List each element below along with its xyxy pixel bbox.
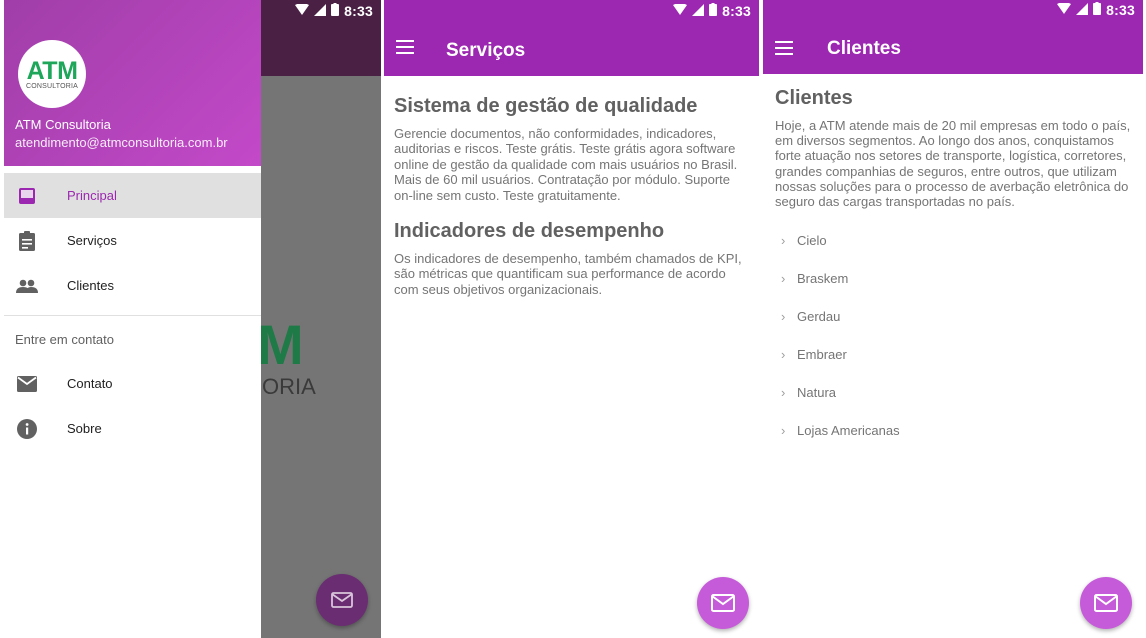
battery-icon <box>331 3 340 19</box>
drawer-item-label: Principal <box>67 188 117 203</box>
list-item[interactable]: › Embraer <box>781 341 1121 367</box>
account-name: ATM Consultoria <box>15 117 111 132</box>
atm-logo: ATM CONSULTORIA <box>18 40 86 108</box>
page-title: Clientes <box>827 38 901 59</box>
section-heading: Sistema de gestão de qualidade <box>394 95 698 117</box>
chevron-right-icon: › <box>781 232 786 248</box>
section-text: Hoje, a ATM atende mais de 20 mil empres… <box>775 118 1131 210</box>
client-name: Cielo <box>797 232 827 248</box>
list-item[interactable]: › Braskem <box>781 265 1121 291</box>
list-item[interactable]: › Cielo <box>781 227 1121 253</box>
section-heading: Clientes <box>775 87 853 109</box>
signal-icon <box>314 3 327 19</box>
status-bar: 8:33 <box>763 0 1143 20</box>
list-item[interactable]: › Gerdau <box>781 303 1121 329</box>
drawer-item-servicos[interactable]: Serviços <box>4 218 261 263</box>
battery-icon <box>1093 2 1102 18</box>
chevron-right-icon: › <box>781 422 786 438</box>
background-logo: M <box>257 313 304 376</box>
mail-fab[interactable] <box>697 577 749 629</box>
status-time: 8:33 <box>1106 2 1135 18</box>
people-icon <box>16 275 38 297</box>
servicos-content: Sistema de gestão de qualidade Gerencie … <box>394 94 747 313</box>
clipboard-icon <box>16 230 38 252</box>
section-heading: Indicadores de desempenho <box>394 220 665 243</box>
wifi-icon <box>295 2 310 19</box>
servicos-screen: Serviços 8:33 Sistema de gestão de quali… <box>384 0 759 638</box>
menu-icon[interactable] <box>775 41 795 57</box>
menu-icon[interactable] <box>396 40 416 56</box>
chevron-right-icon: › <box>781 308 786 324</box>
logo-subtext: CONSULTORIA <box>25 82 79 90</box>
clientes-content: Clientes Hoje, a ATM atende mais de 20 m… <box>775 86 1135 225</box>
inbox-icon <box>16 185 38 207</box>
drawer-screen: M ORIA 8:33 ATM CONSULTORIA ATM Consulto… <box>4 0 381 638</box>
signal-icon <box>692 3 705 19</box>
status-time: 8:33 <box>722 3 751 19</box>
mail-icon <box>16 373 38 395</box>
list-item[interactable]: › Natura <box>781 379 1121 405</box>
mail-fab[interactable] <box>1080 577 1132 629</box>
status-bar: 8:33 <box>384 0 759 22</box>
client-name: Gerdau <box>797 308 841 324</box>
list-item[interactable]: › Lojas Americanas <box>781 417 1121 443</box>
background-logo-subtitle: ORIA <box>262 374 316 399</box>
navigation-drawer: ATM CONSULTORIA ATM Consultoria atendime… <box>4 0 261 638</box>
status-bar: 8:33 <box>4 0 381 22</box>
drawer-item-clientes[interactable]: Clientes <box>4 263 261 308</box>
signal-icon <box>1076 2 1089 18</box>
chevron-right-icon: › <box>781 346 786 362</box>
chevron-right-icon: › <box>781 384 786 400</box>
drawer-item-contato[interactable]: Contato <box>4 361 261 406</box>
drawer-divider <box>4 315 261 316</box>
section-text: Gerencie documentos, não conformidades, … <box>394 126 738 203</box>
chevron-right-icon: › <box>781 270 786 286</box>
client-name: Lojas Americanas <box>797 422 900 438</box>
drawer-item-sobre[interactable]: Sobre <box>4 406 261 451</box>
section-text: Os indicadores de desempenho, também cha… <box>394 251 742 297</box>
mail-icon <box>331 592 353 608</box>
battery-icon <box>709 3 718 19</box>
client-name: Braskem <box>797 270 849 286</box>
logo-text: ATM <box>26 56 78 85</box>
drawer-item-principal[interactable]: Principal <box>4 173 261 218</box>
account-email: atendimento@atmconsultoria.com.br <box>15 135 228 150</box>
drawer-header: ATM CONSULTORIA ATM Consultoria atendime… <box>4 0 261 166</box>
wifi-icon <box>673 2 688 19</box>
clientes-screen: Clientes 8:33 Clientes Hoje, a ATM atend… <box>763 0 1143 638</box>
client-name: Embraer <box>797 346 847 362</box>
client-name: Natura <box>797 384 837 400</box>
drawer-item-label: Clientes <box>67 278 114 293</box>
drawer-section-label: Entre em contato <box>15 332 114 347</box>
status-time: 8:33 <box>344 3 373 19</box>
drawer-item-label: Contato <box>67 376 113 391</box>
wifi-icon <box>1057 1 1072 18</box>
mail-fab-dimmed <box>316 574 368 626</box>
drawer-item-label: Sobre <box>67 421 102 436</box>
mail-icon <box>711 594 735 612</box>
mail-icon <box>1094 594 1118 612</box>
info-icon <box>16 418 38 440</box>
drawer-item-label: Serviços <box>67 233 117 248</box>
page-title: Serviços <box>446 40 526 61</box>
